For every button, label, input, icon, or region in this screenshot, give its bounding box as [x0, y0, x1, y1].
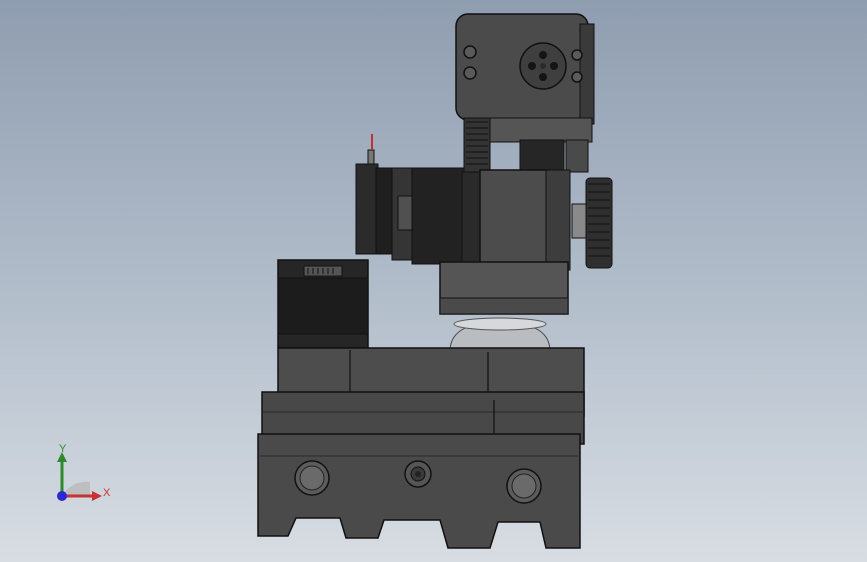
robot-arm-model[interactable] [0, 0, 867, 562]
3d-viewport[interactable]: Y X [0, 0, 867, 562]
z-axis-icon [57, 491, 67, 501]
upper-bracket [487, 117, 593, 175]
base-housing [261, 347, 585, 446]
motor-mount-bracket [479, 169, 571, 271]
upper-stepper-motor [355, 134, 483, 267]
lower-stepper-motor [277, 259, 369, 349]
mount-knob-right-icon [506, 468, 542, 504]
belt-gear-left [463, 117, 491, 175]
y-axis-label: Y [59, 443, 67, 455]
pulley-right [571, 177, 613, 269]
x-axis-label: X [103, 487, 111, 499]
mount-knob-left-icon [294, 460, 330, 496]
servo-horn-icon [519, 42, 567, 90]
shoulder-block [439, 261, 569, 315]
center-bolt-icon [404, 460, 432, 488]
